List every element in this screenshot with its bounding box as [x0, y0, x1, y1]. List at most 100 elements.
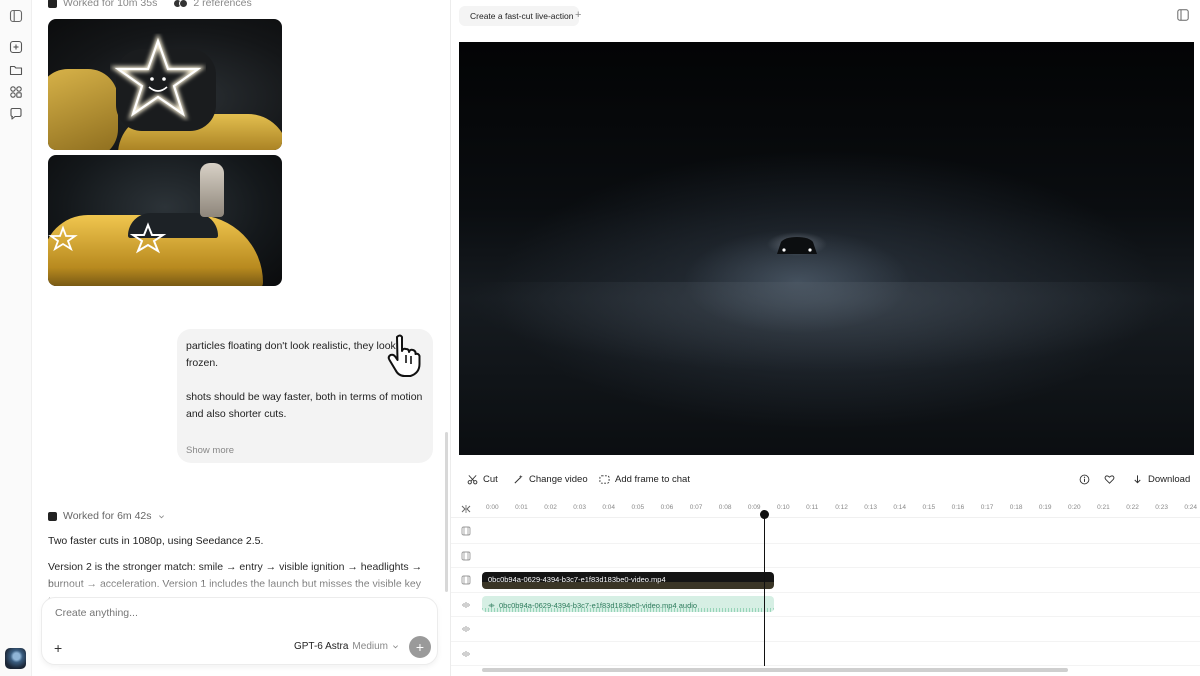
change-video-label: Change video	[529, 474, 588, 485]
tick-label: 0:07	[689, 504, 703, 511]
frame-icon	[599, 475, 610, 484]
tick-label: 0:13	[864, 504, 877, 511]
send-button[interactable]: +	[409, 636, 431, 658]
tick-label: 0:02	[544, 504, 557, 511]
heart-icon	[1104, 475, 1115, 484]
video-toolbar: Cut Change video Add frame to chat Downl…	[451, 470, 1200, 492]
folder-icon[interactable]	[9, 63, 23, 77]
tick-label: 0:22	[1126, 504, 1139, 511]
reasoning-level: Medium	[352, 641, 388, 652]
waveform-icon	[462, 626, 470, 632]
audio-clip[interactable]: 0bc0b94a-0629-4394-b3c7-e1f83d183be0-vid…	[482, 596, 774, 612]
car-silhouette	[767, 232, 827, 256]
new-tab-plus-icon[interactable]: +	[575, 9, 581, 21]
references-label: 2 references	[193, 0, 252, 9]
tick-label: 0:08	[718, 504, 732, 511]
audio-waveform	[482, 608, 774, 612]
tick-label: 0:03	[573, 504, 586, 511]
worked-duration: Worked for 10m 35s	[63, 0, 158, 9]
tick-label: 0:21	[1097, 504, 1110, 511]
cut-label: Cut	[483, 474, 498, 485]
timeline-scrollbar[interactable]	[482, 668, 1068, 672]
download-icon	[1134, 475, 1141, 484]
tick-label: 0:09	[747, 504, 761, 511]
timeline[interactable]: 0:00 0:01 0:02 0:03 0:04 0:05 0:06 0:07 0:08 0:09…	[451, 498, 1200, 676]
worked-duration: Worked for 6m 42s	[63, 510, 152, 522]
chat-scrollbar[interactable]	[445, 432, 448, 592]
apps-icon[interactable]	[9, 85, 23, 99]
model-name: GPT-6 Astra	[293, 641, 349, 652]
worked-status-mid[interactable]: Worked for 6m 42s	[48, 510, 165, 522]
chevron-down-icon	[393, 645, 398, 649]
composer: + GPT-6 Astra Medium +	[41, 597, 438, 665]
audio-track-3[interactable]	[451, 642, 1200, 666]
download-button[interactable]: Download	[1132, 474, 1190, 485]
video-preview[interactable]	[459, 42, 1194, 455]
prompt-input[interactable]	[55, 607, 355, 619]
add-frame-button[interactable]: Add frame to chat	[599, 474, 690, 485]
generated-image-star-headlight[interactable]	[48, 19, 282, 150]
video-clip[interactable]: 0bc0b94a-0629-4394-b3c7-e1f83d183be0-vid…	[482, 572, 774, 589]
tick-label: 0:05	[631, 504, 645, 511]
attach-plus-icon[interactable]: +	[54, 640, 62, 656]
scissors-icon	[467, 475, 478, 485]
references-indicator[interactable]: 2 references	[173, 0, 252, 9]
change-video-button[interactable]: Change video	[513, 474, 588, 485]
hand-pointer-cursor-icon	[387, 334, 421, 377]
waveform-icon	[462, 650, 470, 657]
tick-label: 0:18	[1009, 504, 1023, 511]
foggy-ground	[459, 282, 1194, 455]
fit-timeline-icon[interactable]	[461, 504, 471, 514]
video-editor-panel: Create a fast-cut live-action + Cut Chan…	[450, 0, 1200, 676]
show-more-link[interactable]: Show more	[186, 442, 234, 459]
film-icon	[461, 575, 471, 585]
generated-image-yellow-car[interactable]	[48, 155, 282, 286]
reference-avatars-icon	[173, 0, 189, 8]
tick-label: 0:20	[1068, 504, 1081, 511]
tick-label: 0:04	[602, 504, 616, 511]
tick-label: 0:12	[835, 504, 848, 511]
video-track-2[interactable]	[451, 544, 1200, 568]
tick-label: 0:10	[777, 504, 790, 511]
worked-status-top[interactable]: Worked for 10m 35s 2 references	[48, 0, 252, 9]
tick-label: 0:23	[1155, 504, 1168, 511]
tick-label: 0:15	[922, 504, 936, 511]
audio-track-2[interactable]	[451, 617, 1200, 642]
tick-label: 0:11	[806, 504, 819, 511]
tab-video-project[interactable]: Create a fast-cut live-action	[459, 6, 579, 26]
film-icon	[461, 526, 471, 536]
add-frame-label: Add frame to chat	[615, 474, 690, 485]
wand-icon	[514, 474, 523, 484]
info-button[interactable]	[1079, 474, 1090, 485]
model-selector[interactable]: GPT-6 Astra Medium	[294, 641, 399, 652]
tab-bar: Create a fast-cut live-action +	[451, 0, 1200, 32]
star-headlights-icon	[48, 222, 167, 254]
film-icon	[461, 551, 471, 560]
app-logo-icon	[48, 0, 57, 8]
glowing-star-icon	[110, 33, 216, 131]
chat-icon[interactable]	[9, 107, 23, 121]
panel-toggle-icon[interactable]	[1177, 9, 1189, 21]
app-logo-icon	[48, 511, 57, 521]
download-label: Download	[1148, 474, 1191, 485]
tab-title: Create a fast-cut live-action	[470, 11, 574, 21]
left-rail	[0, 0, 32, 676]
tick-label: 0:24	[1184, 504, 1198, 511]
chevron-down-icon	[158, 514, 164, 518]
tick-label: 0:00	[486, 504, 499, 511]
sidebar-toggle-icon[interactable]	[9, 9, 23, 23]
video-track-1[interactable]	[451, 519, 1200, 544]
new-chat-icon[interactable]	[9, 40, 23, 54]
time-ruler[interactable]: 0:00 0:01 0:02 0:03 0:04 0:05 0:06 0:07 0:08 0:09…	[451, 498, 1200, 518]
favorite-button[interactable]	[1104, 474, 1115, 485]
tick-label: 0:14	[893, 504, 907, 511]
playhead-handle[interactable]	[760, 510, 769, 519]
response-line-1: Two faster cuts in 1080p, using Seedance…	[48, 535, 264, 547]
playhead-line[interactable]	[764, 514, 765, 666]
tick-label: 0:19	[1038, 504, 1052, 511]
tick-label: 0:17	[980, 504, 994, 511]
user-avatar[interactable]	[5, 648, 26, 669]
cut-button[interactable]: Cut	[467, 474, 498, 485]
info-icon	[1079, 474, 1090, 485]
tick-label: 0:16	[951, 504, 965, 511]
